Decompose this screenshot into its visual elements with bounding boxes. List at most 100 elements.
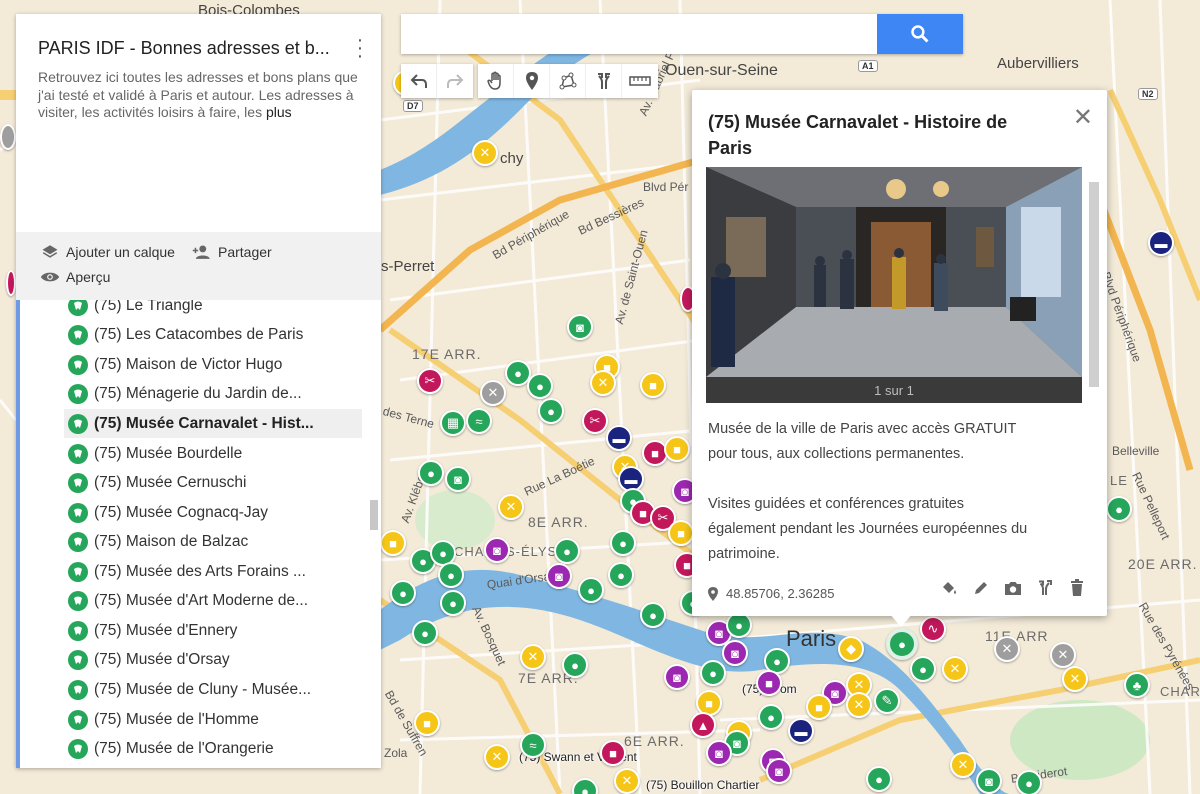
marker-shop[interactable]: ■ xyxy=(414,710,440,736)
marker-idea[interactable]: ◆ xyxy=(838,636,864,662)
marker-camera[interactable]: ◙ xyxy=(445,466,471,492)
marker-museum[interactable]: ● xyxy=(412,620,438,646)
marker-museum[interactable]: ● xyxy=(538,398,564,424)
map-title[interactable]: PARIS IDF - Bonnes adresses et b... xyxy=(38,38,338,59)
marker-shop[interactable]: ■ xyxy=(640,372,666,398)
list-item[interactable]: (75) Musée de l'Homme xyxy=(64,705,362,734)
marker-museum[interactable]: ● xyxy=(440,590,466,616)
marker-pool[interactable]: ≈ xyxy=(466,408,492,434)
list-item-selected[interactable]: (75) Musée Carnavalet - Hist... xyxy=(64,409,362,438)
marker-shop[interactable]: ■ xyxy=(600,740,626,766)
list-item[interactable]: (75) Musée d'Art Moderne de... xyxy=(64,586,362,615)
marker-haircut[interactable]: ✂ xyxy=(582,408,608,434)
draw-line-button[interactable] xyxy=(550,64,586,98)
list-scrollbar[interactable] xyxy=(370,500,378,530)
show-more-link[interactable]: plus xyxy=(266,104,292,120)
marker-museum[interactable]: ● xyxy=(578,577,604,603)
marker-museum[interactable]: ● xyxy=(910,656,936,682)
marker-museum[interactable]: ● xyxy=(1016,770,1042,794)
marker-museum[interactable]: ● xyxy=(527,373,553,399)
more-options-icon[interactable]: · · · xyxy=(353,30,367,66)
place-photo[interactable] xyxy=(706,167,1082,377)
marker-health[interactable]: ∿ xyxy=(920,616,946,642)
marker-restaurant[interactable]: ✕ xyxy=(942,656,968,682)
directions-button[interactable] xyxy=(586,64,622,98)
marker-restaurant[interactable]: ✕ xyxy=(950,752,976,778)
list-item[interactable]: (75) Musée Bourdelle xyxy=(64,439,362,468)
marker-museum[interactable]: ● xyxy=(608,562,634,588)
share-button[interactable]: Partager xyxy=(192,242,272,262)
marker-cinema[interactable]: ▦ xyxy=(440,410,466,436)
add-layer-button[interactable]: Ajouter un calque xyxy=(40,242,175,262)
marker-shop[interactable]: ■ xyxy=(664,436,690,462)
edit-button[interactable] xyxy=(965,576,997,600)
list-item[interactable]: (75) Ménagerie du Jardin de... xyxy=(64,379,362,408)
list-item[interactable]: (75) Musée de l'Orangerie xyxy=(64,734,362,763)
marker-museum[interactable]: ● xyxy=(390,580,416,606)
list-item[interactable]: (75) Musée Cognacq-Jay xyxy=(64,498,362,527)
marker-museum[interactable]: ● xyxy=(610,530,636,556)
marker-restaurant-grey[interactable]: ✕ xyxy=(480,380,506,406)
marker-museum[interactable]: ● xyxy=(562,652,588,678)
marker-museum[interactable]: ● xyxy=(866,766,892,792)
search-button[interactable] xyxy=(877,14,963,54)
marker-landmark[interactable]: ▲ xyxy=(690,712,716,738)
marker-selected-carnavalet[interactable]: ● xyxy=(886,628,918,660)
marker-pool[interactable]: ≈ xyxy=(520,732,546,758)
info-scrollbar[interactable] xyxy=(1089,182,1099,387)
marker-shop[interactable] xyxy=(6,270,16,296)
list-item[interactable]: (75) Musée Cernuschi xyxy=(64,468,362,497)
list-item[interactable]: (75) Musée d'Ennery xyxy=(64,616,362,645)
marker-restaurant[interactable]: ✕ xyxy=(520,644,546,670)
marker-restaurant-grey[interactable]: ✕ xyxy=(1050,642,1076,668)
marker-restaurant[interactable]: ✕ xyxy=(846,692,872,718)
marker-cafe[interactable]: ✎ xyxy=(874,688,900,714)
marker-museum[interactable]: ● xyxy=(418,460,444,486)
marker-restaurant-grey[interactable]: ✕ xyxy=(994,636,1020,662)
redo-button[interactable] xyxy=(437,64,473,98)
marker-museum[interactable]: ● xyxy=(554,538,580,564)
marker-shop[interactable]: ■ xyxy=(668,520,694,546)
marker-camera[interactable]: ◙ xyxy=(722,640,748,666)
list-item[interactable]: (75) Musée d'Orsay xyxy=(64,645,362,674)
list-item[interactable]: (75) Maison de Balzac xyxy=(64,527,362,556)
undo-button[interactable] xyxy=(401,64,437,98)
marker-haircut[interactable]: ✂ xyxy=(417,368,443,394)
marker-hotel[interactable]: ▬ xyxy=(1148,230,1174,256)
marker-restaurant[interactable]: ✕ xyxy=(590,370,616,396)
list-item[interactable]: (75) Les Catacombes de Paris xyxy=(64,320,362,349)
marker-hotel[interactable]: ▬ xyxy=(606,425,632,451)
marker-camera[interactable]: ◙ xyxy=(766,758,792,784)
marker-camera[interactable]: ◙ xyxy=(567,314,593,340)
preview-button[interactable]: Aperçu xyxy=(40,267,110,287)
marker-camera[interactable]: ◙ xyxy=(706,740,732,766)
marker-shop[interactable]: ■ xyxy=(806,694,832,720)
list-item[interactable]: (75) Musée des Arts Forains ... xyxy=(64,557,362,586)
style-button[interactable] xyxy=(933,576,965,600)
list-item[interactable]: (75) Maison de Victor Hugo xyxy=(64,350,362,379)
pan-tool-button[interactable] xyxy=(478,64,514,98)
marker-camera[interactable]: ◙ xyxy=(546,563,572,589)
marker-restaurant[interactable]: ✕ xyxy=(472,140,498,166)
marker-shop[interactable]: ■ xyxy=(756,670,782,696)
marker-restaurant[interactable]: ✕ xyxy=(498,494,524,520)
marker-restaurant[interactable]: ✕ xyxy=(1062,666,1088,692)
marker-restaurant[interactable]: ✕ xyxy=(484,744,510,770)
list-item[interactable]: (75) Musée de Cluny - Musée... xyxy=(64,675,362,704)
marker-museum[interactable]: ● xyxy=(640,602,666,628)
marker-restaurant-grey[interactable] xyxy=(0,124,16,150)
marker-museum[interactable]: ● xyxy=(700,660,726,686)
marker-museum[interactable]: ● xyxy=(758,704,784,730)
marker-hotel[interactable]: ▬ xyxy=(788,718,814,744)
directions-button[interactable] xyxy=(1029,576,1061,600)
add-photo-button[interactable] xyxy=(997,576,1029,600)
marker-camera[interactable]: ◙ xyxy=(664,664,690,690)
marker-shop[interactable]: ■ xyxy=(380,530,406,556)
search-input[interactable] xyxy=(401,14,877,54)
delete-button[interactable] xyxy=(1061,576,1093,600)
marker-museum[interactable]: ● xyxy=(1106,496,1132,522)
list-item[interactable]: (75) Le Triangle xyxy=(64,300,362,320)
marker-restaurant[interactable]: ✕ xyxy=(614,768,640,794)
marker-camera[interactable]: ◙ xyxy=(976,768,1002,794)
marker-activity[interactable]: ♣ xyxy=(1124,672,1150,698)
